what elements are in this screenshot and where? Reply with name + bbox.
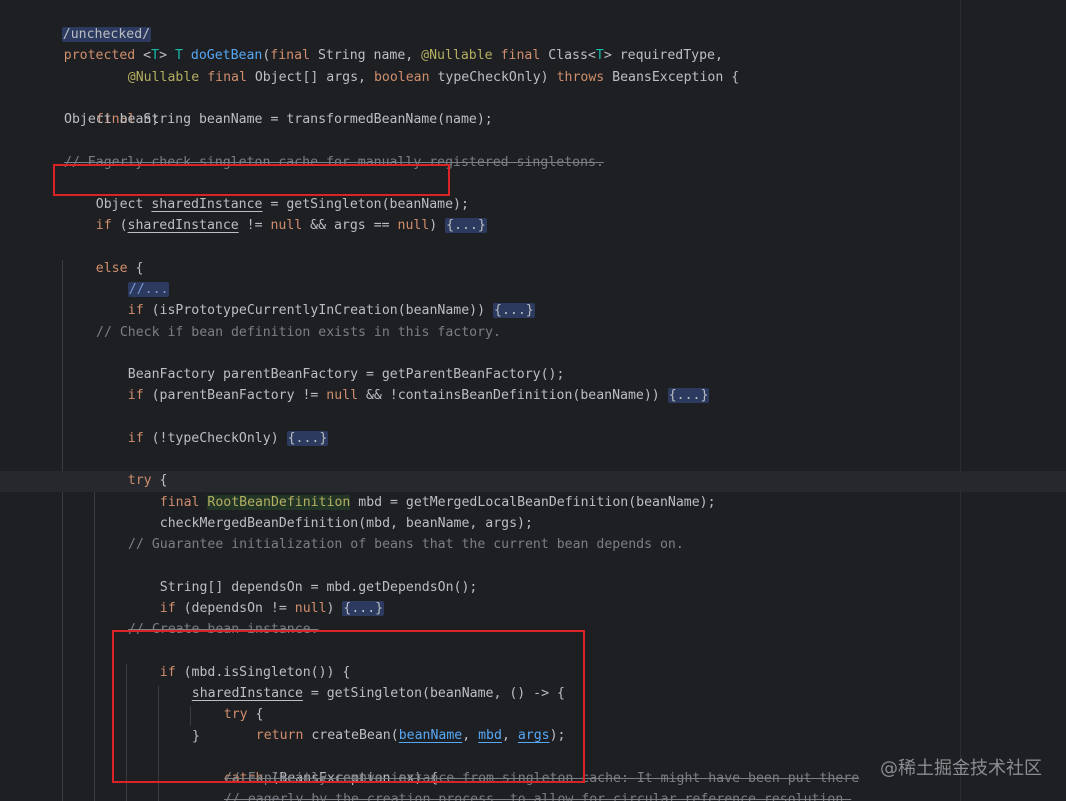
indent-guide <box>62 260 63 801</box>
code-line[interactable]: if (!typeCheckOnly) {...} <box>96 407 329 447</box>
folded-region[interactable]: {...} <box>445 218 487 234</box>
folded-region[interactable]: {...} <box>493 303 535 319</box>
code-line[interactable]: if (sharedInstance != null && args == nu… <box>64 194 487 234</box>
comment-line[interactable]: // eagerly by the creation process, to a… <box>224 789 851 801</box>
comment-line[interactable]: // Guarantee initialization of beans tha… <box>128 534 684 555</box>
code-line[interactable]: if (dependsOn != null) {...} <box>128 577 385 617</box>
code-line[interactable]: protected <T> T doGetBean(final String n… <box>32 24 723 63</box>
folded-region[interactable]: {...} <box>342 601 385 617</box>
watermark: @稀土掘金技术社区 <box>880 758 1042 779</box>
folded-region[interactable]: {...} <box>286 431 329 447</box>
code-line[interactable]: checkMergedBeanDefinition(mbd, beanName,… <box>128 492 533 531</box>
code-line[interactable]: Object bean; <box>64 109 159 130</box>
code-line[interactable]: //... <box>96 258 170 298</box>
code-line[interactable]: final String beanName = transformedBeanN… <box>64 88 493 127</box>
code-line[interactable]: if (parentBeanFactory != null && !contai… <box>96 364 710 404</box>
code-line[interactable]: BeanFactory parentBeanFactory = getParen… <box>96 343 565 382</box>
code-line[interactable]: else { <box>64 237 144 276</box>
code-line[interactable]: try { <box>96 449 168 488</box>
code-editor[interactable]: /unchecked/ protected <T> T doGetBean(fi… <box>0 0 1066 801</box>
comment-line[interactable]: // Check if bean definition exists in th… <box>96 322 501 343</box>
indent-guide <box>94 474 95 801</box>
code-line[interactable]: if (isPrototypeCurrentlyInCreation(beanN… <box>96 279 535 319</box>
code-line[interactable]: /unchecked/ <box>30 3 152 43</box>
folded-region[interactable]: {...} <box>667 388 710 404</box>
highlight-box-getsingleton <box>53 164 450 196</box>
code-line[interactable]: @Nullable final Object[] args, boolean t… <box>96 46 739 85</box>
right-margin-guide <box>960 0 961 801</box>
highlight-box-singleton-block <box>112 630 585 783</box>
code-line[interactable]: final RootBeanDefinition mbd = getMerged… <box>128 471 716 511</box>
code-line[interactable]: String[] dependsOn = mbd.getDependsOn(); <box>128 556 478 595</box>
